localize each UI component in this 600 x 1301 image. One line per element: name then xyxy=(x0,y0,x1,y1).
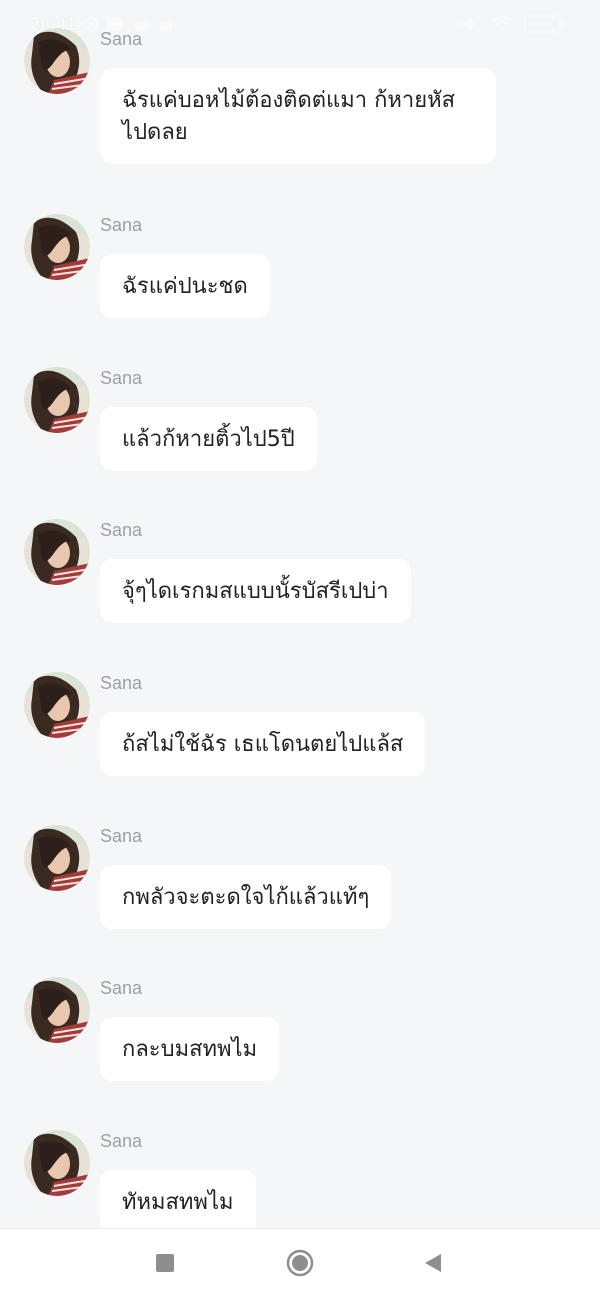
message-bubble[interactable]: แล้วก้หายติ้วไป5ปี xyxy=(100,407,317,471)
avatar[interactable] xyxy=(24,977,90,1043)
sender-name: Sana xyxy=(100,1131,143,1151)
sender-name: Sana xyxy=(100,673,143,693)
sender-name: Sana xyxy=(100,368,143,388)
home-button[interactable] xyxy=(282,1247,318,1283)
avatar[interactable] xyxy=(24,825,90,891)
sender-name: Sana xyxy=(100,978,143,998)
message-bubble[interactable]: ฉัรแค่บอหไม้ต้องติดต่แมา ก้หายหัสไปดลย xyxy=(100,68,496,164)
square-icon xyxy=(155,1253,175,1277)
sender-name: Sana xyxy=(100,826,143,846)
message-bubble[interactable]: ทัหมสทพไม xyxy=(100,1170,256,1228)
sender-name: Sana xyxy=(100,520,143,540)
avatar[interactable] xyxy=(24,672,90,738)
back-triangle-icon xyxy=(422,1252,444,1278)
message-bubble[interactable]: ถ้สไม่ใช้ฉัร เธแโดนตยไปแล้ส xyxy=(100,712,426,776)
avatar[interactable] xyxy=(24,1130,90,1196)
navigation-bar xyxy=(0,1228,600,1301)
message-bubble[interactable]: กพลัวจะตะดใจไก้แล้วแท้ๆ xyxy=(100,865,392,929)
sender-name: Sana xyxy=(100,29,143,49)
avatar[interactable] xyxy=(24,367,90,433)
back-button[interactable] xyxy=(415,1247,451,1283)
message-bubble[interactable]: จุ้ๆไดเรกมสแบบนั้รบัสรีเปบ่า xyxy=(100,559,411,623)
circle-icon xyxy=(285,1248,315,1282)
chat-message-list[interactable]: Sana ฉัรแค่บอหไม้ต้องติดต่แมา ก้หายหัสไปด… xyxy=(0,0,600,1228)
recent-apps-button[interactable] xyxy=(147,1247,183,1283)
avatar[interactable] xyxy=(24,214,90,280)
sender-name: Sana xyxy=(100,215,143,235)
avatar[interactable] xyxy=(24,519,90,585)
message-bubble[interactable]: ฉัรแค่ปนะชด xyxy=(100,254,270,318)
message-bubble[interactable]: กละบมสทพไม xyxy=(100,1017,280,1081)
avatar[interactable] xyxy=(24,28,90,94)
